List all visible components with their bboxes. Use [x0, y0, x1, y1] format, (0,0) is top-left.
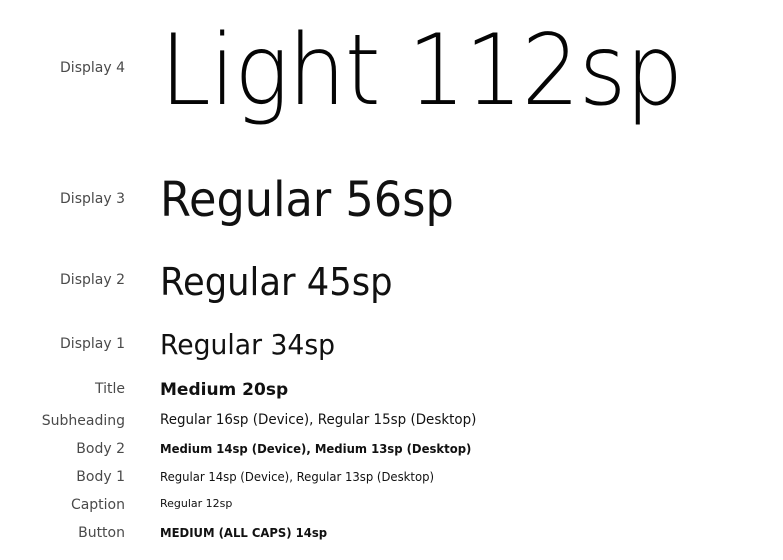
style-label-body1: Body 1	[76, 469, 125, 485]
style-label-button: Button	[78, 525, 125, 541]
style-label-title: Title	[94, 381, 125, 397]
style-label-display1: Display 1	[60, 336, 125, 352]
style-sample-title: Medium 20sp	[160, 380, 289, 400]
style-sample-display4: Light 112sp	[160, 14, 683, 128]
style-sample-button: MEDIUM (ALL CAPS) 14sp	[160, 526, 328, 540]
style-sample-display2: Regular 45sp	[160, 260, 393, 304]
style-label-display3: Display 3	[60, 191, 125, 207]
style-sample-display1: Regular 34sp	[160, 328, 336, 361]
style-label-display2: Display 2	[60, 272, 125, 288]
style-sample-body2: Medium 14sp (Device), Medium 13sp (Deskt…	[160, 442, 472, 456]
style-label-display4: Display 4	[60, 60, 125, 76]
style-sample-subheading: Regular 16sp (Device), Regular 15sp (Des…	[160, 412, 477, 428]
style-sample-caption: Regular 12sp	[160, 497, 233, 510]
style-sample-body1: Regular 14sp (Device), Regular 13sp (Des…	[160, 470, 434, 484]
style-label-caption: Caption	[70, 497, 125, 513]
style-label-subheading: Subheading	[41, 413, 125, 429]
style-sample-display3: Regular 56sp	[160, 172, 454, 228]
style-label-body2: Body 2	[76, 441, 125, 457]
